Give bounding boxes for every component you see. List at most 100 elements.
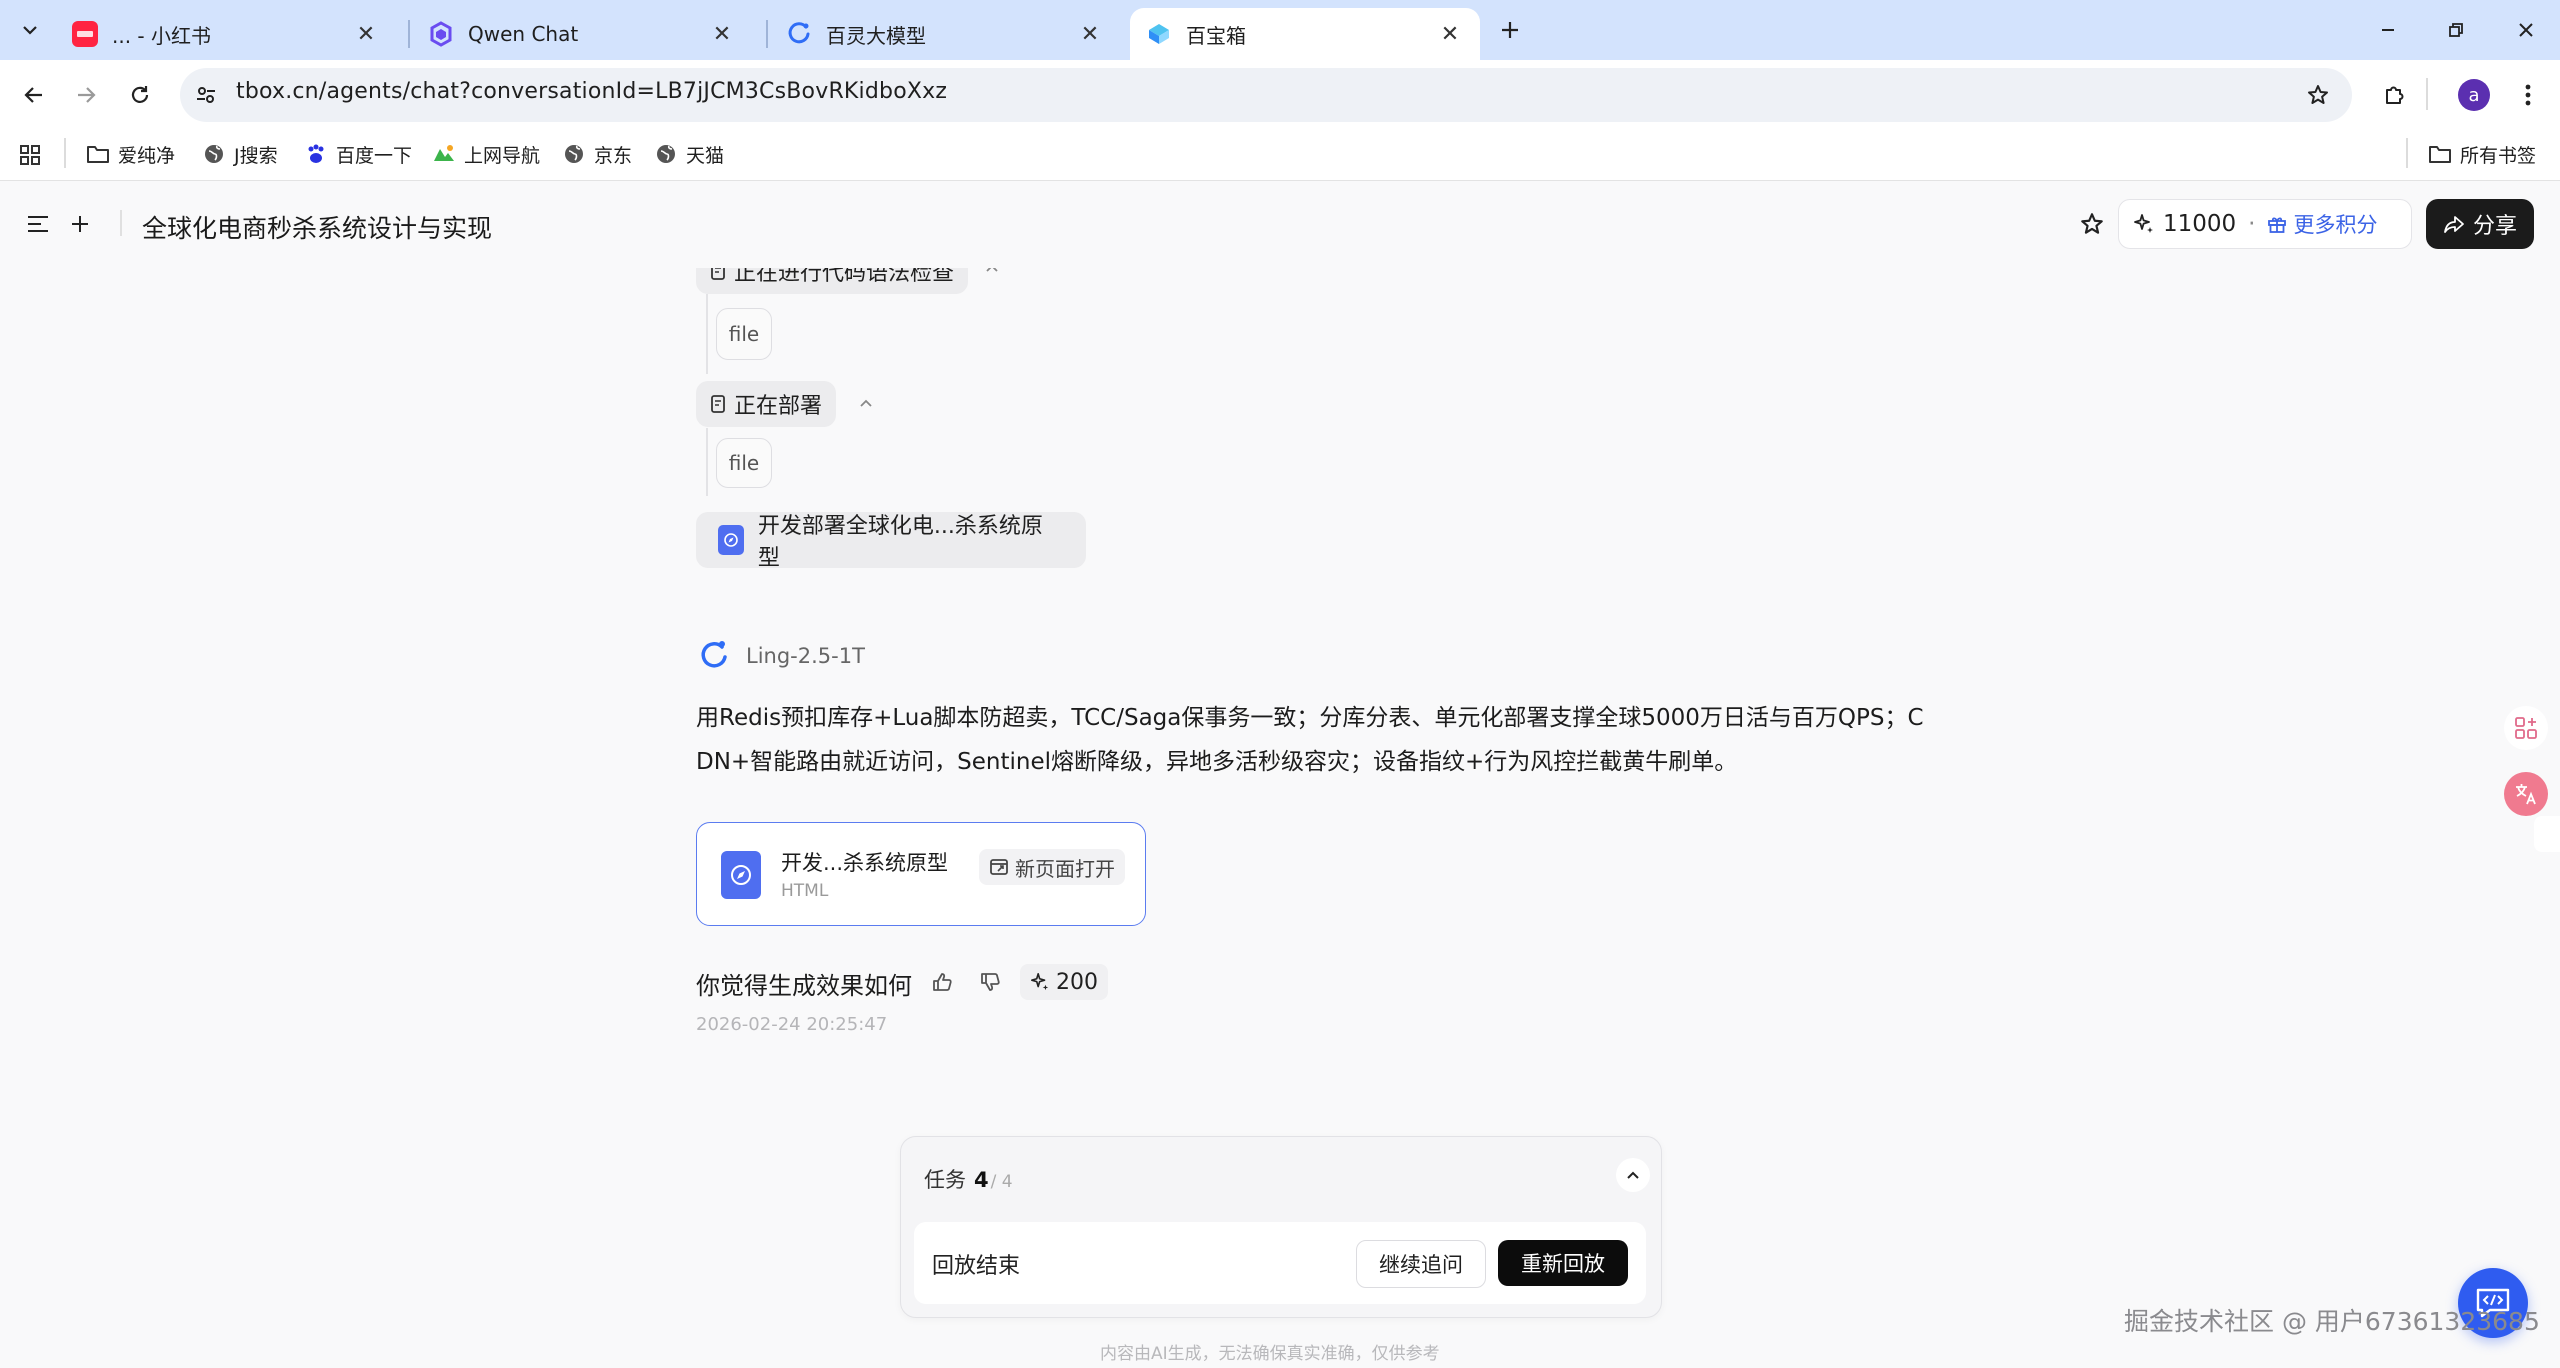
window-restore-button[interactable] [2436,10,2476,50]
task-status-text: 回放结束 [932,1254,1021,1279]
sidebar-toggle-button[interactable] [18,204,58,244]
continue-ask-button[interactable]: 继续追问 [1356,1240,1486,1288]
scroll-clip: 正在进行代码语法检查 [0,268,2560,294]
new-chat-button[interactable] [60,204,100,244]
tab-search-button[interactable] [10,10,50,50]
profile-avatar[interactable]: a [2458,79,2490,111]
page-title: 全球化电商秒杀系统设计与实现 [142,214,493,243]
side-translate-button[interactable] [2504,772,2548,816]
tab-close-icon[interactable]: ✕ [1436,20,1464,48]
thumbs-down-button[interactable] [970,962,1010,1002]
chevron-up-icon[interactable] [984,268,1000,274]
tune-icon [197,87,215,103]
bookmark-shangwang-daohang[interactable]: 上网导航 [432,136,540,172]
window-close-button[interactable] [2506,10,2546,50]
toolbar-divider [2426,78,2428,110]
window-minimize-button[interactable] [2368,10,2408,50]
grid-icon [20,145,40,165]
document-check-icon [711,395,725,413]
forward-button[interactable] [66,75,106,115]
bookmark-label: J搜索 [234,144,278,167]
tab-qwen-chat[interactable]: Qwen Chat ✕ [412,8,752,60]
artifact-type: HTML [781,881,829,901]
file-chip[interactable]: file [716,438,772,488]
arrow-right-icon [78,87,96,103]
answer-text-line-1: 用Redis预扣库存+Lua脚本防超卖，TCC/Saga保事务一致；分库分表、单… [696,705,1924,731]
folder-icon [86,142,110,166]
tab-xiaohongshu[interactable]: ... - 小红书 ✕ [56,8,396,60]
bookmark-label: 京东 [594,144,633,167]
navigation-logo-icon [432,142,456,166]
star-icon [2081,213,2103,234]
task-total: / 4 [990,1172,1013,1192]
baidu-paw-icon [304,142,328,166]
share-icon [2444,216,2464,233]
step-syntax-check[interactable]: 正在进行代码语法检查 [696,268,969,294]
sparkle-icon [1031,973,1049,991]
thumbs-up-icon [933,973,952,991]
tab-close-icon[interactable]: ✕ [352,20,380,48]
bookmark-baidu[interactable]: 百度一下 [304,136,412,172]
model-name: Ling-2.5-1T [746,644,865,668]
arrow-left-icon [24,87,42,103]
bailing-favicon-icon [786,21,812,47]
bookmark-label: 百度一下 [336,144,413,167]
side-apps-button[interactable] [2504,706,2548,750]
bookmark-star-button[interactable] [2298,75,2338,115]
bookmark-jingdong[interactable]: 京东 [562,136,632,172]
chevron-up-icon[interactable] [858,397,874,409]
credits-used-badge: 200 [1020,964,1108,1000]
task-label: 任务 [924,1168,966,1192]
more-points-label: 更多积分 [2293,213,2378,237]
step-connector-line [706,428,708,496]
chevron-down-icon [23,26,37,35]
tab-baibaoxiang[interactable]: 百宝箱 ✕ [1130,8,1480,60]
globe-icon [202,142,226,166]
tab-close-icon[interactable]: ✕ [1076,20,1104,48]
replay-button[interactable]: 重新回放 [1498,1240,1628,1286]
tab-title: 百宝箱 [1186,23,1246,48]
browser-menu-button[interactable] [2508,75,2548,115]
apps-button[interactable] [10,135,50,175]
bookmark-label: 所有书签 [2460,144,2537,167]
bookmark-divider [2406,138,2408,168]
bookmark-label: 天猫 [686,144,725,167]
favorite-button[interactable] [2072,204,2112,244]
ai-disclaimer: 内容由AI生成，无法确保真实准确，仅供参考 [1100,1344,1440,1364]
extensions-button[interactable] [2374,75,2414,115]
file-chip[interactable]: file [716,308,772,360]
points-separator: · [2248,211,2256,237]
new-tab-button[interactable] [1490,10,1530,50]
restore-icon [2449,23,2463,37]
task-panel-collapse-button[interactable] [1616,1158,1650,1192]
tab-title: ... - 小红书 [112,23,212,48]
tab-divider [766,20,768,48]
bookmark-tianmao[interactable]: 天猫 [654,136,724,172]
open-new-page-button[interactable]: 新页面打开 [979,849,1125,885]
artifact-card[interactable]: 开发...杀系统原型 HTML 新页面打开 [696,822,1146,926]
bookmark-label: 爱纯净 [118,144,176,167]
all-bookmarks-button[interactable]: 所有书签 [2428,136,2536,172]
web-document-icon [718,525,744,555]
artifact-name: 开发...杀系统原型 [781,851,949,875]
more-points-link[interactable]: 更多积分 [2267,209,2377,239]
tab-close-icon[interactable]: ✕ [708,20,736,48]
gift-icon [2268,217,2287,233]
task-current: 4 [974,1168,989,1192]
tab-title: 百灵大模型 [826,23,926,48]
back-button[interactable] [14,75,54,115]
sparkle-icon [2134,214,2153,233]
task-card[interactable]: 开发部署全球化电...杀系统原型 [696,512,1086,571]
open-new-page-label: 新页面打开 [1015,856,1115,881]
bookmark-jsousuo[interactable]: J搜索 [202,136,278,172]
site-info-button[interactable] [186,75,226,115]
thumbs-up-button[interactable] [922,962,962,1002]
step-label: 正在部署 [734,394,823,419]
share-button[interactable]: 分享 [2426,199,2534,249]
side-panel-handle[interactable] [2534,816,2560,852]
star-icon [2308,85,2328,104]
bookmark-aichunjing[interactable]: 爱纯净 [86,136,175,172]
step-deploying[interactable]: 正在部署 [696,381,837,427]
reload-button[interactable] [120,75,160,115]
tab-bailing-model[interactable]: 百灵大模型 ✕ [770,8,1120,60]
